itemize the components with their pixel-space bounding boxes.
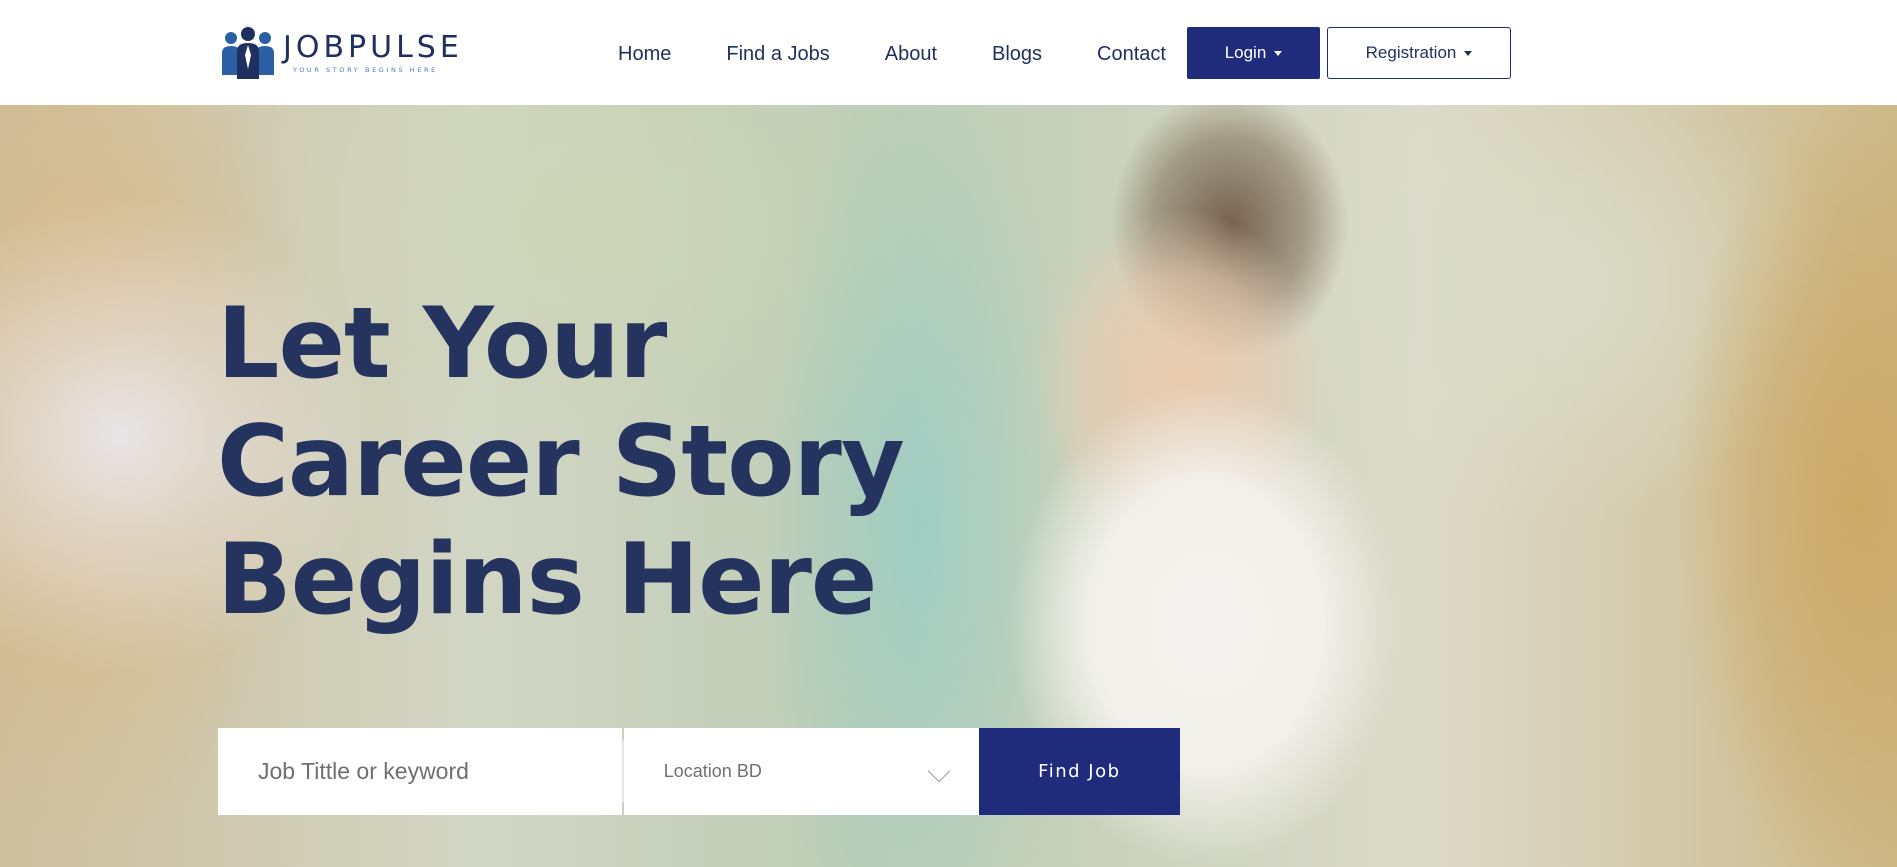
registration-button[interactable]: Registration (1327, 27, 1511, 79)
location-value: Location BD (663, 761, 762, 781)
login-label: Login (1224, 43, 1267, 62)
login-button[interactable]: Login (1187, 27, 1320, 79)
people-group-icon (222, 27, 274, 79)
nav-home[interactable]: Home (618, 43, 671, 66)
job-search-bar: Location BD Find Job (218, 728, 1180, 815)
nav-blogs[interactable]: Blogs (992, 43, 1042, 66)
headline-line-2: Career Story (217, 405, 905, 519)
nav-find-jobs[interactable]: Find a Jobs (726, 43, 829, 66)
brand-name: JOBPULSE (283, 30, 463, 65)
location-select[interactable]: Location BD (623, 728, 979, 815)
nav-contact[interactable]: Contact (1097, 43, 1166, 66)
find-job-button[interactable]: Find Job (978, 728, 1180, 815)
chevron-down-icon (927, 759, 951, 783)
headline-line-3: Begins Here (217, 523, 877, 637)
hero-headline: Let Your Career Story Begins Here (217, 285, 937, 639)
caret-down-icon (1274, 50, 1283, 56)
main-nav: Home Find a Jobs About Blogs Contact (618, 36, 1166, 72)
caret-down-icon (1464, 50, 1473, 56)
logo[interactable]: JOBPULSE YOUR STORY BEGINS HERE (219, 25, 464, 81)
brand-tagline: YOUR STORY BEGINS HERE (293, 66, 438, 74)
nav-about[interactable]: About (885, 43, 937, 66)
keyword-input[interactable] (218, 728, 622, 815)
hero-section: Let Your Career Story Begins Here Locati… (0, 105, 1897, 867)
site-header: JOBPULSE YOUR STORY BEGINS HERE Home Fin… (0, 0, 1897, 105)
headline-line-1: Let Your (217, 287, 667, 401)
registration-label: Registration (1365, 43, 1457, 62)
